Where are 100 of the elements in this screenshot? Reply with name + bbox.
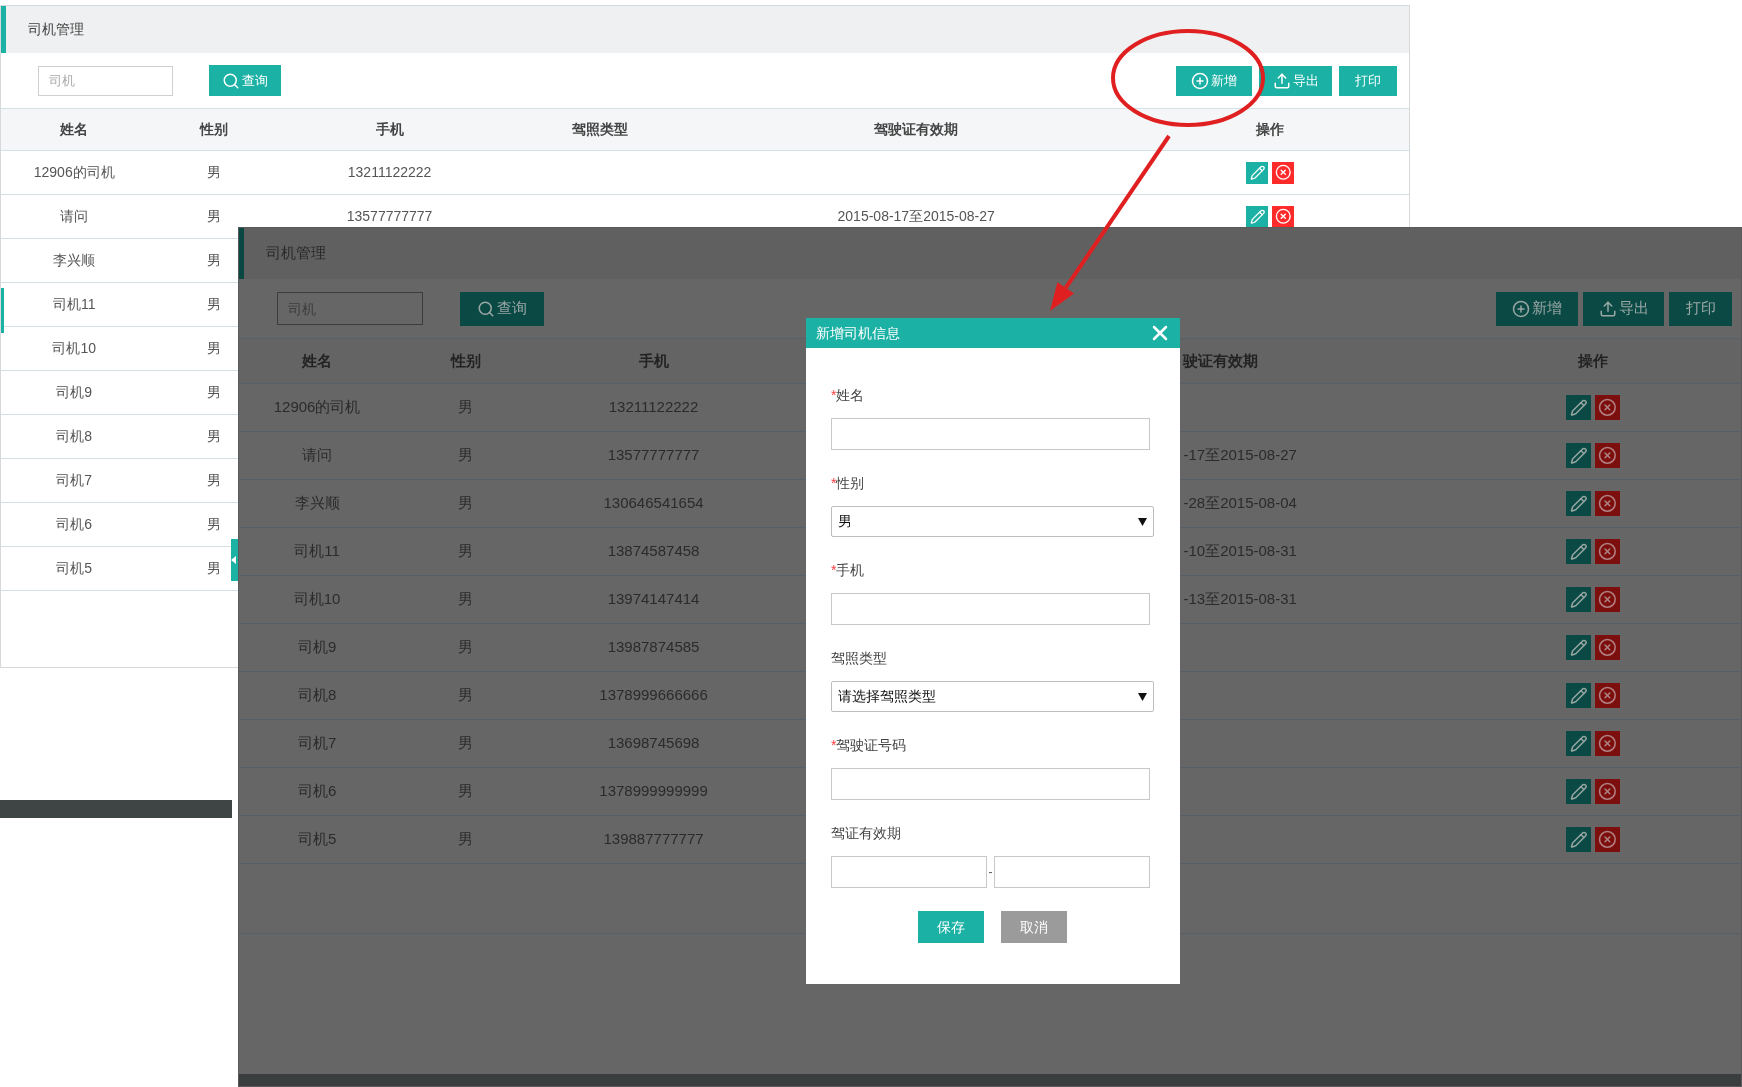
edit-button[interactable] — [1566, 539, 1591, 564]
table-cell-text: 13987874585 — [607, 637, 700, 658]
edit-button[interactable] — [1566, 635, 1591, 660]
pencil-icon — [1569, 446, 1588, 465]
pencil-icon — [1569, 638, 1588, 657]
edit-button[interactable] — [1566, 587, 1591, 612]
column-header: 手机 — [638, 350, 669, 371]
edit-button[interactable] — [1246, 205, 1269, 228]
pencil-icon — [1569, 590, 1588, 609]
table-cell-text: 男 — [458, 781, 474, 802]
table-cell-text: 司机9 — [56, 383, 93, 402]
close-icon — [1598, 734, 1617, 753]
caret-icon — [231, 556, 236, 564]
range-separator: - — [987, 864, 994, 881]
delete-button[interactable] — [1595, 587, 1620, 612]
edit-button[interactable] — [1566, 827, 1591, 852]
side-marker — [1, 288, 4, 333]
add-button[interactable]: 新增 — [1176, 65, 1252, 96]
table-cell-text: 司机7 — [56, 471, 93, 490]
table-cell-text: -10至2015-08-31 — [1183, 541, 1297, 562]
column-header: 驾照类型 — [572, 120, 629, 139]
table-cell-text: 男 — [458, 445, 474, 466]
field-label: 手机 — [836, 561, 865, 580]
end-date-field[interactable] — [994, 856, 1150, 888]
delete-button[interactable] — [1272, 205, 1295, 228]
query-button[interactable]: 查询 — [209, 65, 281, 96]
field-label: 驾证有效期 — [831, 824, 901, 843]
table-cell-text: 12906的司机 — [33, 163, 115, 182]
delete-button[interactable] — [1595, 491, 1620, 516]
table-cell-text: 男 — [206, 515, 221, 534]
query-button[interactable]: 查询 — [460, 291, 544, 326]
select-field[interactable]: 男 — [831, 506, 1154, 537]
close-icon — [1598, 494, 1617, 513]
delete-button[interactable] — [1595, 395, 1620, 420]
table-cell-text: 男 — [458, 493, 474, 514]
cancel-button[interactable]: 取消 — [1001, 911, 1067, 943]
print-button[interactable]: 打印 — [1339, 65, 1397, 96]
delete-button[interactable] — [1595, 779, 1620, 804]
table-cell-text: 男 — [206, 559, 221, 578]
edit-button[interactable] — [1566, 443, 1591, 468]
text-field[interactable] — [831, 768, 1150, 800]
table-cell-text: 13577777777 — [607, 445, 700, 466]
text-field[interactable] — [831, 418, 1150, 450]
close-icon — [1598, 590, 1617, 609]
table-cell-text: 李兴顺 — [294, 493, 340, 514]
table-cell-text: 男 — [206, 207, 221, 226]
table-cell-text: 男 — [458, 733, 474, 754]
table-cell-text: 司机8 — [297, 685, 337, 706]
delete-button[interactable] — [1595, 683, 1620, 708]
table-cell-text: 男 — [206, 383, 221, 402]
table-cell-text: 13577777777 — [346, 207, 433, 226]
table-cell-text: -13至2015-08-31 — [1183, 589, 1297, 610]
close-icon — [1275, 208, 1292, 225]
table-cell-text: 司机9 — [297, 637, 337, 658]
field-label: 性别 — [836, 474, 865, 493]
save-button[interactable]: 保存 — [918, 911, 984, 943]
table-cell-text: 司机8 — [56, 427, 93, 446]
plus-icon — [1512, 299, 1530, 318]
table-cell-text: -17至2015-08-27 — [1183, 445, 1297, 466]
delete-button[interactable] — [1595, 731, 1620, 756]
required-mark: * — [831, 386, 837, 405]
page-title: 司机管理 — [28, 20, 84, 39]
export-button[interactable]: 导出 — [1583, 291, 1664, 326]
edit-button[interactable] — [1566, 779, 1591, 804]
table-cell-text: 13698745698 — [607, 733, 700, 754]
table-cell-text: 司机6 — [56, 515, 93, 534]
select-field[interactable]: 请选择驾照类型 — [831, 681, 1154, 712]
delete-button[interactable] — [1595, 827, 1620, 852]
pencil-icon — [1569, 734, 1588, 753]
table-cell-text: 男 — [458, 685, 474, 706]
start-date-field[interactable] — [831, 856, 987, 888]
edit-button[interactable] — [1566, 491, 1591, 516]
table-cell-text: 男 — [458, 397, 474, 418]
column-header: 操作 — [1256, 120, 1285, 139]
pencil-icon — [1249, 164, 1265, 181]
edit-button[interactable] — [1566, 683, 1591, 708]
text-field[interactable] — [831, 593, 1150, 625]
table-cell-text: 13974147414 — [607, 589, 700, 610]
edit-button[interactable] — [1566, 731, 1591, 756]
delete-button[interactable] — [1595, 635, 1620, 660]
dialog-title: 新增司机信息 — [816, 323, 900, 343]
close-icon — [1598, 638, 1617, 657]
table-cell-text: 130646541654 — [603, 493, 704, 514]
table-cell-text: 男 — [206, 339, 221, 358]
table-cell-text: 男 — [458, 637, 474, 658]
close-icon — [1598, 446, 1617, 465]
delete-button[interactable] — [1595, 539, 1620, 564]
print-button[interactable]: 打印 — [1669, 291, 1732, 326]
add-button[interactable]: 新增 — [1496, 291, 1578, 326]
column-header: 姓名 — [60, 120, 89, 139]
required-mark: * — [831, 474, 837, 493]
table-cell-text: 司机7 — [297, 733, 337, 754]
export-button[interactable]: 导出 — [1259, 65, 1332, 96]
delete-button[interactable] — [1595, 443, 1620, 468]
pencil-icon — [1569, 686, 1588, 705]
table-cell-text: 2015-08-17至2015-08-27 — [837, 207, 995, 226]
close-icon — [1598, 398, 1617, 417]
delete-button[interactable] — [1272, 161, 1295, 184]
caret-icon — [1138, 517, 1147, 526]
edit-button[interactable] — [1566, 395, 1591, 420]
